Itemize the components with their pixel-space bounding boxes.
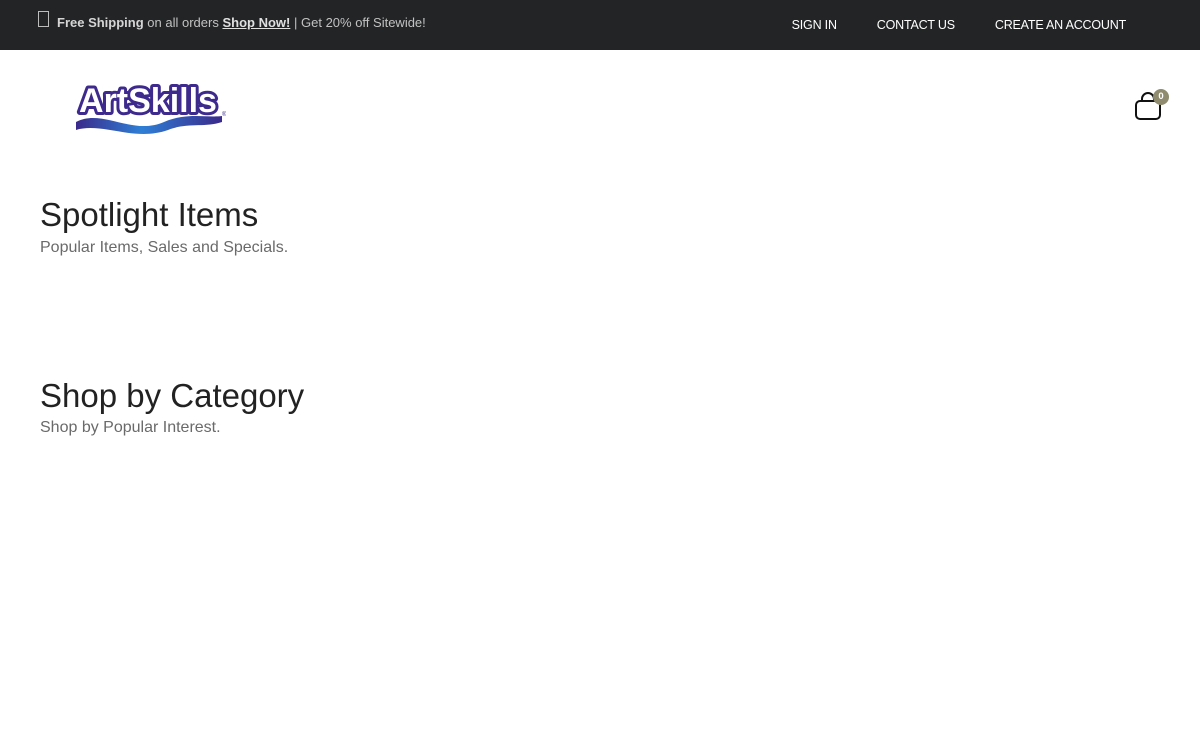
cart-count-badge: 0 bbox=[1153, 89, 1169, 105]
promo-message: Free Shipping on all orders Shop Now! | … bbox=[38, 9, 426, 35]
logo-text: ArtSkills bbox=[79, 82, 217, 120]
cart-button[interactable]: 0 bbox=[1133, 89, 1169, 125]
artskills-logo[interactable]: ArtSkills ® bbox=[72, 78, 227, 136]
sign-in-link[interactable]: SIGN IN bbox=[792, 18, 837, 32]
promo-free-shipping: Free Shipping bbox=[57, 14, 144, 30]
truck-icon bbox=[38, 11, 49, 27]
create-account-link[interactable]: CREATE AN ACCOUNT bbox=[995, 18, 1126, 32]
spotlight-title: Spotlight Items bbox=[40, 196, 259, 233]
shop-now-link[interactable]: Shop Now! bbox=[222, 15, 290, 30]
category-subtitle: Shop by Popular Interest. bbox=[40, 419, 221, 436]
svg-text:®: ® bbox=[222, 111, 226, 118]
category-title: Shop by Category bbox=[40, 377, 305, 414]
promo-bar: Free Shipping on all orders Shop Now! | … bbox=[0, 0, 1200, 50]
spotlight-subtitle: Popular Items, Sales and Specials. bbox=[40, 239, 289, 256]
logo-graphic: ArtSkills ® bbox=[76, 79, 227, 134]
promo-middle-text: on all orders bbox=[147, 14, 219, 30]
contact-us-link[interactable]: CONTACT US bbox=[877, 18, 955, 32]
promo-discount-text: Get 20% off Sitewide! bbox=[301, 14, 426, 30]
account-nav: SIGN IN CONTACT US CREATE AN ACCOUNT bbox=[752, 0, 1127, 50]
